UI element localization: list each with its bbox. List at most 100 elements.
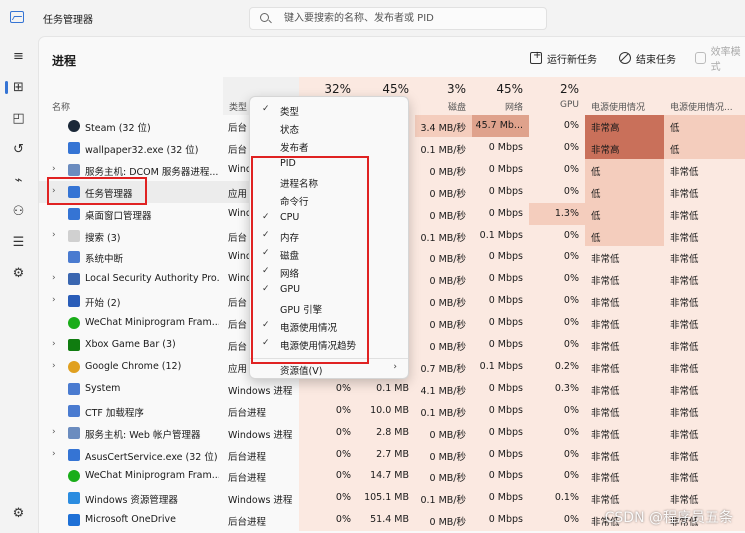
expand-chevron-icon[interactable]: › bbox=[52, 339, 56, 349]
mem-value: 14.7 MB bbox=[370, 470, 409, 482]
power-value: 非常低 bbox=[591, 451, 620, 463]
cell-mem: 14.7 MB bbox=[357, 465, 415, 488]
nav-performance[interactable]: ◰ bbox=[5, 106, 32, 130]
cell-net: 0 Mbps bbox=[472, 509, 529, 532]
mem-value: 105.1 MB bbox=[364, 492, 409, 504]
nav-services[interactable]: ⚙ bbox=[5, 261, 32, 285]
cell-net: 0 Mbps bbox=[472, 202, 529, 225]
nav-details[interactable]: ☰ bbox=[5, 230, 32, 254]
column-header-power-trend[interactable]: 电源使用情况... bbox=[664, 77, 745, 115]
menu-item-column-1[interactable]: 状态 bbox=[254, 119, 406, 137]
cell-net: 0 Mbps bbox=[472, 443, 529, 466]
cell-disk: 0 MB/秒 bbox=[415, 246, 472, 269]
cell-trend: 非常低 bbox=[664, 334, 745, 356]
cell-trend: 低 bbox=[664, 136, 745, 159]
disk-value: 0 MB/秒 bbox=[429, 320, 466, 332]
column-header-name[interactable]: 名称 bbox=[52, 100, 70, 113]
cell-disk: 0.1 MB/秒 bbox=[415, 136, 472, 159]
steam-icon bbox=[68, 120, 80, 132]
processes-icon: ⊞ bbox=[13, 79, 24, 95]
gpu-value: 0.1% bbox=[554, 492, 579, 504]
cell-trend: 非常低 bbox=[664, 290, 745, 313]
gpu-value: 0% bbox=[563, 339, 579, 350]
nav-app-history[interactable]: ↺ bbox=[5, 137, 32, 161]
nav-startup-apps[interactable]: ⌁ bbox=[5, 168, 32, 192]
expand-chevron-icon[interactable]: › bbox=[52, 295, 56, 305]
explorer-icon bbox=[68, 492, 80, 505]
gpu-value: 0% bbox=[563, 229, 579, 241]
column-header-disk[interactable]: 3% 磁盘 bbox=[415, 77, 472, 115]
cell-gpu: 0% bbox=[529, 443, 585, 466]
menu-item-column-2[interactable]: 发布者 bbox=[254, 137, 406, 155]
process-name: Microsoft OneDrive bbox=[85, 514, 176, 526]
net-value: 0.1 Mbps bbox=[479, 360, 523, 372]
run-new-task-button[interactable]: 运行新任务 bbox=[530, 49, 597, 67]
gpu-value: 0% bbox=[563, 251, 579, 263]
cell-disk: 4.1 MB/秒 bbox=[415, 377, 472, 400]
process-type: 后台进程 bbox=[228, 451, 267, 463]
hamburger-menu-button[interactable]: ≡ bbox=[5, 44, 32, 68]
cell-trend: 非常低 bbox=[664, 355, 745, 378]
cell-net: 0 Mbps bbox=[472, 290, 529, 313]
active-indicator bbox=[5, 81, 8, 94]
expand-chevron-icon[interactable]: › bbox=[52, 427, 56, 437]
table-row[interactable]: System Windows 进程 0% 0.1 MB 4.1 MB/秒 0 Mbps 0.… bbox=[39, 377, 745, 400]
asus-icon bbox=[68, 448, 80, 461]
net-value: 0 Mbps bbox=[488, 141, 523, 153]
expand-chevron-icon[interactable]: › bbox=[52, 164, 56, 174]
search-icon bbox=[260, 13, 269, 22]
nav-settings[interactable]: ⚙ bbox=[5, 501, 32, 525]
start-icon bbox=[68, 295, 80, 308]
trend-value: 非常低 bbox=[670, 363, 699, 375]
cell-disk: 0.7 MB/秒 bbox=[415, 355, 472, 378]
cell-disk: 0 MB/秒 bbox=[415, 202, 472, 225]
search-app-icon bbox=[68, 229, 80, 242]
cell-gpu: 0% bbox=[529, 465, 585, 488]
efficiency-icon bbox=[695, 52, 706, 64]
expand-chevron-icon[interactable]: › bbox=[52, 361, 56, 371]
process-type: Windows 进程 bbox=[228, 495, 293, 507]
net-value: 0 Mbps bbox=[488, 273, 523, 285]
table-row[interactable]: WeChat Miniprogram Fram... 后台进程 0% 14.7 MB 0… bbox=[39, 465, 745, 488]
trend-value: 非常低 bbox=[670, 166, 699, 178]
cpu-value: 0% bbox=[335, 492, 351, 504]
expand-chevron-icon[interactable]: › bbox=[52, 449, 56, 459]
table-row[interactable]: › 服务主机: Web 帐户管理器 Windows 进程 0% 2.8 MB 0 MB/秒… bbox=[39, 421, 745, 444]
column-header-network[interactable]: 45% 网络 bbox=[472, 77, 529, 115]
disk-value: 0 MB/秒 bbox=[429, 298, 466, 310]
column-header-gpu[interactable]: 2% GPU bbox=[529, 77, 585, 115]
trend-value: 非常低 bbox=[670, 232, 699, 244]
expand-chevron-icon[interactable]: › bbox=[52, 273, 56, 283]
table-row[interactable]: › AsusCertService.exe (32 位) 后台进程 0% 2.7 MB 0… bbox=[39, 443, 745, 466]
cell-disk: 0 MB/秒 bbox=[415, 312, 472, 335]
trend-value: 非常低 bbox=[670, 495, 699, 507]
disk-value: 0 MB/秒 bbox=[429, 517, 466, 529]
gpu-value: 0% bbox=[563, 185, 579, 197]
cell-cpu: 0% bbox=[299, 421, 357, 444]
column-header-power[interactable]: 电源使用情况 bbox=[585, 77, 664, 115]
search-input[interactable] bbox=[284, 11, 539, 26]
nav-users[interactable]: ⚇ bbox=[5, 199, 32, 223]
menu-item-column-0[interactable]: ✓ 类型 bbox=[254, 101, 406, 119]
menu-item-label: 类型 bbox=[280, 107, 300, 118]
cell-trend: 非常低 bbox=[664, 312, 745, 335]
trend-value: 低 bbox=[670, 123, 680, 134]
cell-gpu: 0% bbox=[529, 290, 585, 313]
net-value: 0 Mbps bbox=[488, 470, 523, 482]
end-task-button[interactable]: 结束任务 bbox=[619, 49, 676, 67]
expand-chevron-icon[interactable]: › bbox=[52, 230, 56, 240]
power-value: 非常低 bbox=[591, 254, 620, 266]
power-value: 非常低 bbox=[591, 385, 620, 397]
cell-net: 0 Mbps bbox=[472, 377, 529, 400]
net-value: 0.1 Mbps bbox=[479, 229, 523, 241]
table-row[interactable]: Windows 资源管理器 Windows 进程 0% 105.1 MB 0.1 MB/… bbox=[39, 487, 745, 510]
efficiency-mode-button[interactable]: 效率模式 bbox=[695, 47, 745, 73]
process-name: Google Chrome (12) bbox=[85, 360, 182, 372]
table-row[interactable]: CTF 加载程序 后台进程 0% 10.0 MB 0.1 MB/秒 0 Mbps 0% 非常低… bbox=[39, 399, 745, 422]
system-icon bbox=[68, 251, 80, 264]
power-value: 低 bbox=[591, 210, 601, 222]
mem-value: 2.7 MB bbox=[376, 448, 409, 460]
nav-processes[interactable]: ⊞ bbox=[5, 75, 32, 99]
cell-power: 非常低 bbox=[585, 268, 664, 291]
search-box[interactable] bbox=[249, 7, 547, 30]
